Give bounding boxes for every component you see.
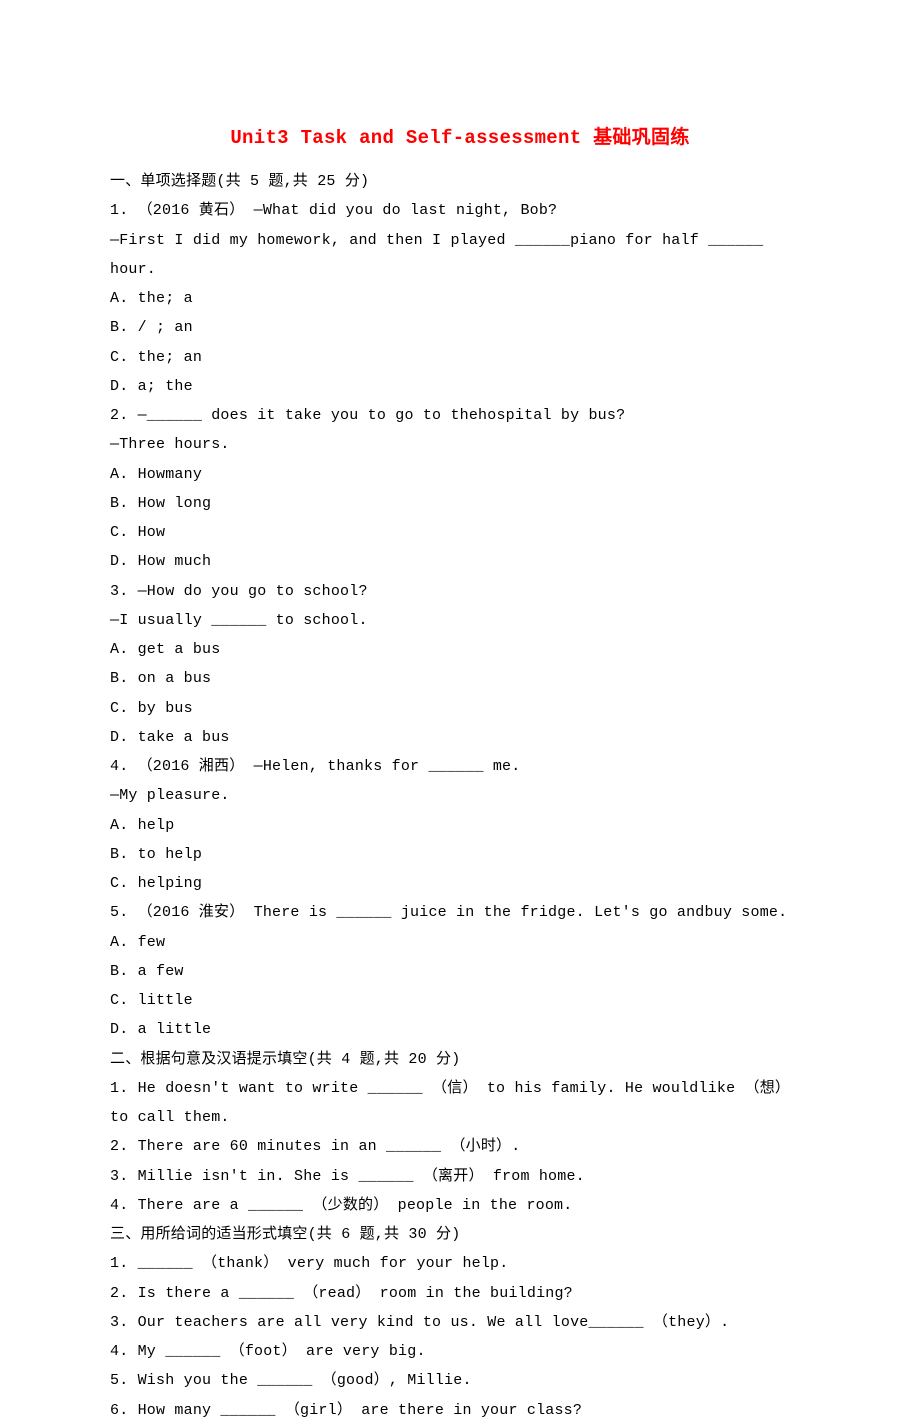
body-line: 一、单项选择题(共 5 题,共 25 分) [110, 167, 810, 196]
body-line: 1. ______ （thank） very much for your hel… [110, 1249, 810, 1278]
document-body: 一、单项选择题(共 5 题,共 25 分) 1. （2016 黄石） —What… [110, 167, 810, 1425]
body-line: A. few [110, 928, 810, 957]
document-title: Unit3 Task and Self-assessment 基础巩固练 [110, 120, 810, 157]
body-line: 3. Millie isn't in. She is ______ （离开） f… [110, 1162, 810, 1191]
body-line: 4. My ______ （foot） are very big. [110, 1337, 810, 1366]
body-line: —I usually ______ to school. [110, 606, 810, 635]
body-line: C. the; an [110, 343, 810, 372]
body-line: 5. （2016 淮安） There is ______ juice in th… [110, 898, 810, 927]
body-line: B. How long [110, 489, 810, 518]
body-line: 6. How many ______ （girl） are there in y… [110, 1396, 810, 1425]
body-line: D. a; the [110, 372, 810, 401]
body-line: —My pleasure. [110, 781, 810, 810]
body-line: 4. There are a ______ （少数的） people in th… [110, 1191, 810, 1220]
body-line: 三、用所给词的适当形式填空(共 6 题,共 30 分) [110, 1220, 810, 1249]
body-line: 1. （2016 黄石） —What did you do last night… [110, 196, 810, 225]
body-line: 二、根据句意及汉语提示填空(共 4 题,共 20 分) [110, 1045, 810, 1074]
body-line: C. helping [110, 869, 810, 898]
body-line: A. get a bus [110, 635, 810, 664]
body-line: B. to help [110, 840, 810, 869]
body-line: —First I did my homework, and then I pla… [110, 226, 810, 285]
body-line: D. a little [110, 1015, 810, 1044]
body-line: 1. He doesn't want to write ______ （信） t… [110, 1074, 810, 1133]
body-line: 5. Wish you the ______ （good）, Millie. [110, 1366, 810, 1395]
body-line: C. How [110, 518, 810, 547]
body-line: C. by bus [110, 694, 810, 723]
body-line: B. a few [110, 957, 810, 986]
body-line: —Three hours. [110, 430, 810, 459]
body-line: A. help [110, 811, 810, 840]
body-line: B. on a bus [110, 664, 810, 693]
body-line: B. / ; an [110, 313, 810, 342]
body-line: C. little [110, 986, 810, 1015]
body-line: 2. —______ does it take you to go to the… [110, 401, 810, 430]
body-line: 3. Our teachers are all very kind to us.… [110, 1308, 810, 1337]
body-line: A. Howmany [110, 460, 810, 489]
body-line: 4. （2016 湘西） —Helen, thanks for ______ m… [110, 752, 810, 781]
body-line: 2. Is there a ______ （read） room in the … [110, 1279, 810, 1308]
body-line: D. How much [110, 547, 810, 576]
body-line: D. take a bus [110, 723, 810, 752]
body-line: A. the; a [110, 284, 810, 313]
body-line: 3. —How do you go to school? [110, 577, 810, 606]
body-line: 2. There are 60 minutes in an ______ （小时… [110, 1132, 810, 1161]
